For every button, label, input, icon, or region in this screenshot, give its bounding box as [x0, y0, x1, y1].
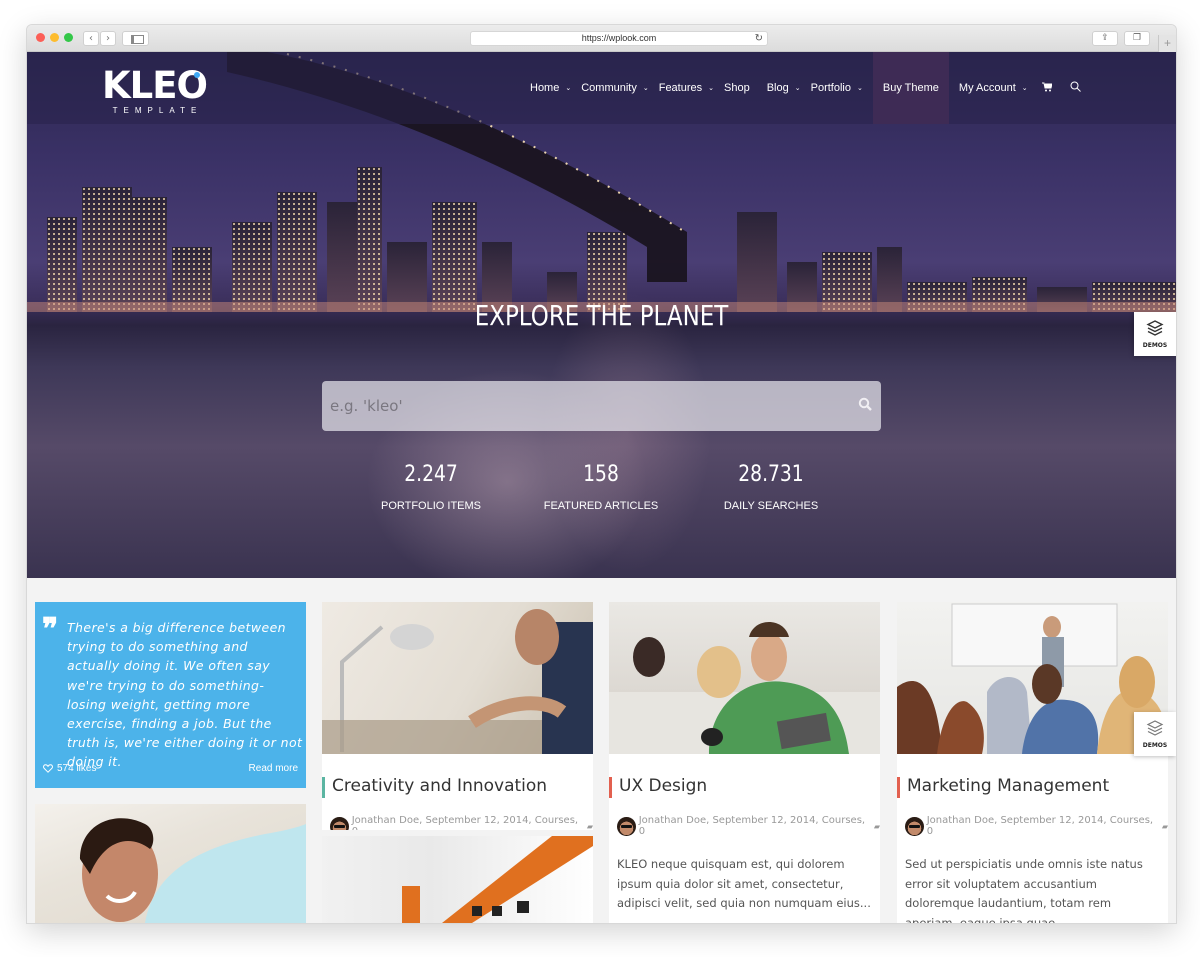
chevron-down-icon: ⌄: [642, 84, 649, 92]
stat-label: DAILY SEARCHES: [723, 500, 819, 512]
nav-item-label: Features: [658, 82, 703, 94]
sidebar-toggle-button[interactable]: [122, 31, 149, 46]
comment-icon: ▰: [1161, 821, 1168, 831]
post-meta-text: Jonathan Doe, September 12, 2014, Course…: [351, 815, 579, 830]
browser-toolbar: ‹ › https://wplook.com ↻ ⇪ ❐ +: [27, 25, 1176, 52]
post-card: UX Design Jonathan Doe, September 12, 20…: [609, 602, 880, 923]
read-more-link[interactable]: Read more: [249, 763, 298, 774]
layers-icon: [1146, 720, 1164, 736]
smiling-man-photo[interactable]: [35, 804, 306, 923]
post-meta-text: Jonathan Doe, September 12, 2014, Course…: [926, 815, 1154, 837]
author-avatar[interactable]: [617, 816, 636, 836]
address-bar[interactable]: https://wplook.com ↻: [470, 31, 768, 46]
post-excerpt: Sed ut perspiciatis unde omnis iste natu…: [905, 857, 1143, 923]
site-logo[interactable]: KLEO TEMPLATE: [102, 64, 208, 116]
nav-item-blog[interactable]: Blog ⌄: [762, 52, 806, 124]
likes-button[interactable]: 574 likes: [43, 763, 96, 774]
comment-icon: ▰: [586, 821, 593, 831]
comment-icon: ▰: [873, 821, 880, 831]
post-meta: Jonathan Doe, September 12, 2014, Course…: [617, 815, 880, 837]
nav-item-my-account[interactable]: My Account ⌄: [954, 52, 1033, 124]
logo-text: KLEO: [102, 64, 208, 107]
quote-card: ❞ There's a big difference between tryin…: [35, 602, 306, 788]
hero-search-input[interactable]: [322, 381, 881, 431]
author-avatar[interactable]: [330, 816, 349, 830]
post-image-ux-design[interactable]: [609, 602, 880, 754]
nav-item-community[interactable]: Community ⌄: [576, 52, 654, 124]
layers-icon: [1146, 320, 1164, 336]
nav-item-label: Buy Theme: [882, 82, 939, 94]
demos-label: DEMOS: [1142, 742, 1168, 749]
search-icon[interactable]: [858, 397, 872, 411]
demos-tab[interactable]: DEMOS: [1134, 712, 1176, 756]
post-card: Creativity and Innovation Jonathan Doe, …: [322, 602, 593, 830]
stat-value: 2.247: [404, 462, 458, 487]
main-navigation: Home ⌄ Community ⌄ Features ⌄ Shop Blog …: [525, 52, 1090, 124]
quote-text: There's a big difference between trying …: [67, 620, 303, 770]
stat-value: 158: [583, 462, 619, 487]
post-image-marketing[interactable]: [897, 602, 1168, 754]
post-title[interactable]: Marketing Management: [897, 776, 1168, 798]
nav-item-home[interactable]: Home ⌄: [525, 52, 576, 124]
post-meta: Jonathan Doe, September 12, 2014, Course…: [905, 815, 1168, 837]
heart-icon: [43, 764, 53, 773]
hero-search-box: [322, 381, 881, 431]
chevron-down-icon: ⌄: [708, 84, 715, 92]
nav-item-label: Shop: [724, 82, 750, 94]
post-meta-text: Jonathan Doe, September 12, 2014, Course…: [638, 815, 866, 837]
minimize-window-button[interactable]: [50, 33, 59, 42]
logo-dot: [194, 72, 200, 78]
stat-value: 28.731: [738, 462, 804, 487]
search-icon[interactable]: [1061, 81, 1090, 95]
new-tab-button[interactable]: +: [1158, 35, 1176, 52]
cart-icon[interactable]: [1033, 82, 1061, 95]
post-excerpt: KLEO neque quisquam est, qui dolorem ips…: [617, 857, 871, 910]
close-window-button[interactable]: [36, 33, 45, 42]
nav-item-features[interactable]: Features ⌄: [654, 52, 719, 124]
demos-label: DEMOS: [1142, 342, 1168, 349]
nav-item-label: Portfolio: [810, 82, 851, 94]
likes-count: 574 likes: [57, 763, 97, 774]
url-text: https://wplook.com: [581, 33, 657, 43]
show-tabs-button[interactable]: ❐: [1124, 31, 1150, 46]
post-image-designer[interactable]: [322, 602, 593, 754]
nav-item-label: My Account: [958, 82, 1016, 94]
nav-item-portfolio[interactable]: Portfolio ⌄: [806, 52, 868, 124]
share-button[interactable]: ⇪: [1092, 31, 1118, 46]
maximize-window-button[interactable]: [64, 33, 73, 42]
nav-item-buy-theme[interactable]: Buy Theme: [872, 52, 949, 124]
chevron-down-icon: ⌄: [856, 84, 863, 92]
quote-icon: ❞: [42, 612, 59, 647]
browser-window: ‹ › https://wplook.com ↻ ⇪ ❐ + KLEO TEMP…: [27, 25, 1176, 923]
post-meta: Jonathan Doe, September 12, 2014, Course…: [330, 815, 593, 830]
nav-item-label: Home: [530, 82, 560, 94]
reload-icon[interactable]: ↻: [755, 32, 763, 45]
post-image-interior[interactable]: [322, 836, 593, 923]
chevron-down-icon: ⌄: [794, 84, 801, 92]
demos-tab[interactable]: DEMOS: [1134, 312, 1176, 356]
nav-item-label: Blog: [766, 82, 789, 94]
post-title[interactable]: UX Design: [609, 776, 880, 798]
nav-item-shop[interactable]: Shop: [719, 52, 762, 124]
author-avatar[interactable]: [905, 816, 924, 836]
back-button[interactable]: ‹: [83, 31, 99, 46]
posts-grid: ❞ There's a big difference between tryin…: [27, 578, 1176, 923]
hero-title: EXPLORE THE PLANET: [474, 299, 729, 332]
forward-button[interactable]: ›: [100, 31, 116, 46]
post-title[interactable]: Creativity and Innovation: [322, 776, 593, 798]
post-card: Marketing Management Jonathan Doe, Septe…: [897, 602, 1168, 923]
chevron-down-icon: ⌄: [565, 84, 572, 92]
stat-daily-searches: 28.731 DAILY SEARCHES: [671, 462, 871, 512]
logo-subtitle: TEMPLATE: [112, 106, 203, 115]
nav-item-label: Community: [581, 82, 637, 94]
chevron-down-icon: ⌄: [1021, 84, 1028, 92]
hero-section: KLEO TEMPLATE Home ⌄ Community ⌄ Feature…: [27, 52, 1176, 578]
